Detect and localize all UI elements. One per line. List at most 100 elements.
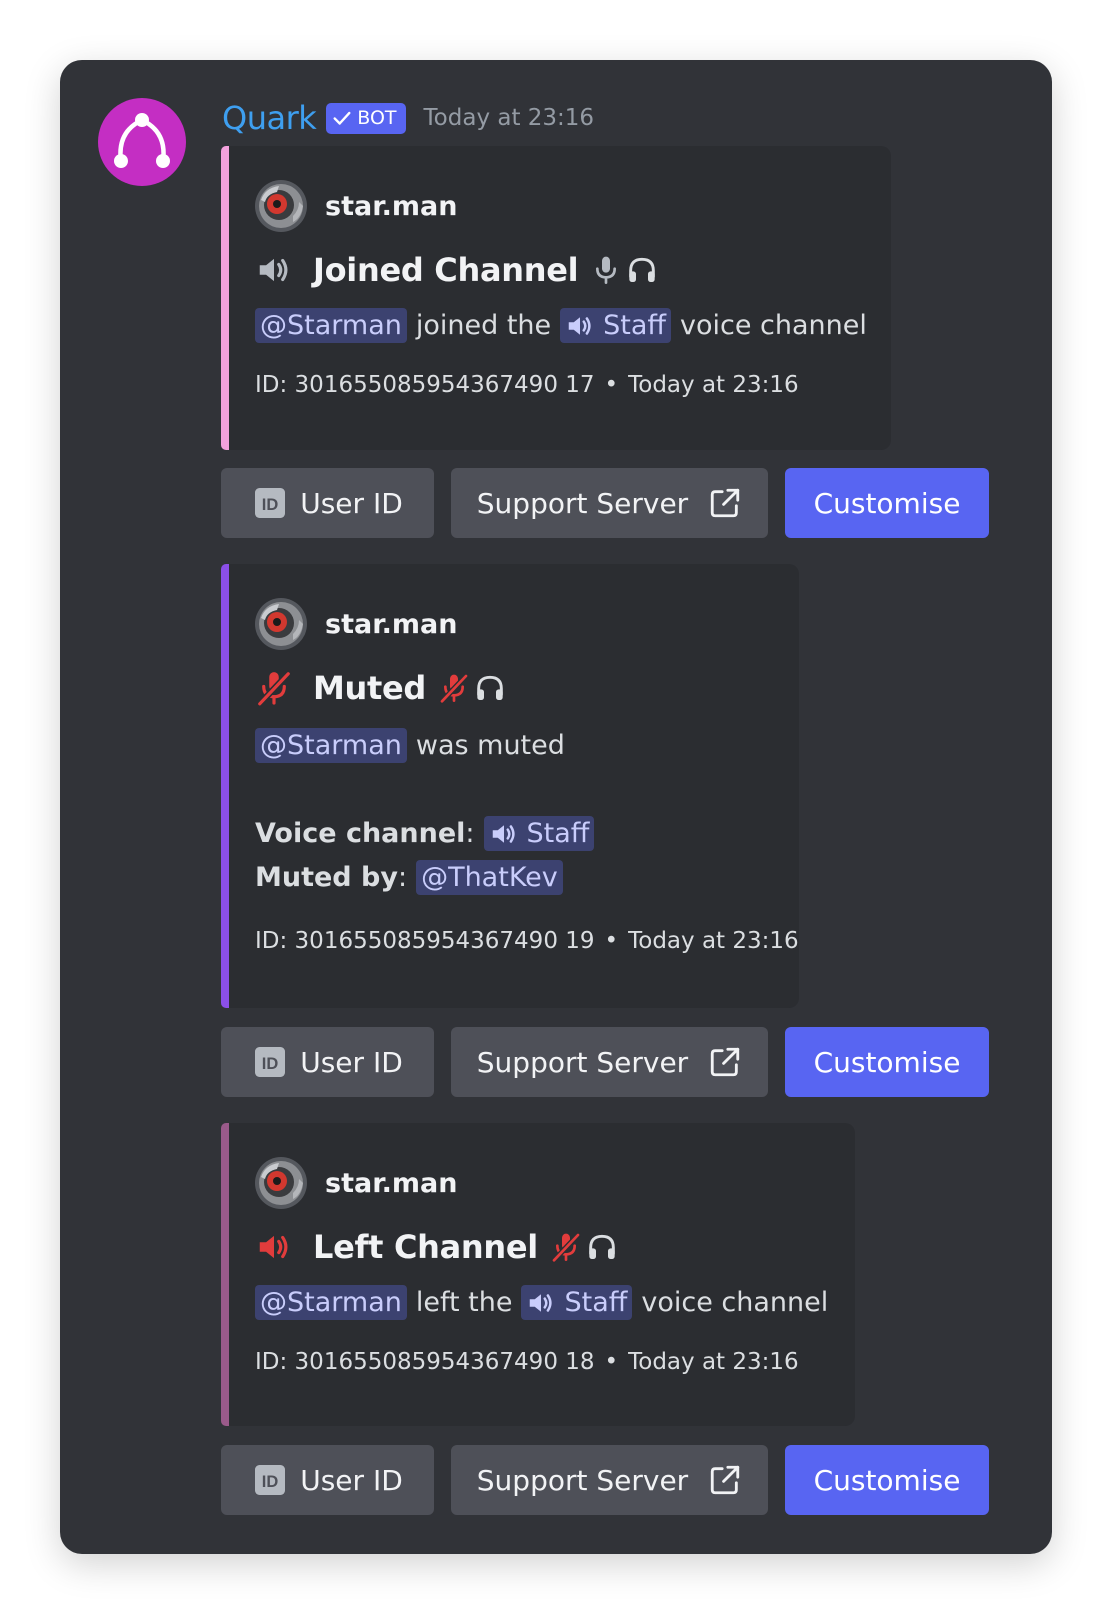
action-row: User ID Support Server Customise — [221, 1445, 989, 1515]
embed-author: star.man — [255, 180, 458, 232]
muted-microphone-icon — [550, 1229, 582, 1265]
footer-id: ID: 301655085954367490 17 — [255, 372, 595, 398]
field-voice-channel: Voice channel: Staff — [255, 816, 595, 851]
author-avatar — [255, 1157, 307, 1209]
muted-microphone-icon — [255, 669, 293, 707]
embed-author: star.man — [255, 1157, 458, 1209]
embed-title: Joined Channel — [313, 251, 579, 289]
footer-id: ID: 301655085954367490 19 — [255, 928, 595, 954]
user-id-button-label: User ID — [300, 1463, 403, 1497]
embed-title-row: Muted — [255, 666, 506, 710]
embed-title-row: Left Channel — [255, 1225, 618, 1269]
support-server-button-label: Support Server — [476, 486, 689, 520]
embed-muted: star.man Muted @Starman was muted Voice … — [221, 564, 799, 1008]
user-mention[interactable]: @Starman — [255, 308, 407, 343]
field-colon: : — [465, 818, 475, 849]
support-server-button[interactable]: Support Server — [451, 1445, 768, 1515]
speaker-icon — [489, 819, 519, 849]
footer-separator: • — [604, 1349, 619, 1375]
headphones-icon — [474, 670, 506, 706]
embed-author: star.man — [255, 598, 458, 650]
external-link-icon — [708, 486, 742, 520]
channel-mention[interactable]: Staff — [521, 1285, 633, 1320]
user-mention[interactable]: @ThatKev — [416, 860, 563, 895]
support-server-button[interactable]: Support Server — [451, 468, 768, 538]
user-mention[interactable]: @Starman — [255, 1285, 407, 1320]
action-row: User ID Support Server Customise — [221, 1027, 989, 1097]
support-server-button-label: Support Server — [476, 1045, 689, 1079]
headphones-icon — [626, 252, 658, 288]
footer-id: ID: 301655085954367490 18 — [255, 1349, 595, 1375]
channel-mention-label: Staff — [603, 310, 667, 341]
action-row: User ID Support Server Customise — [221, 468, 989, 538]
embed-title: Muted — [313, 669, 427, 707]
speaker-icon — [255, 251, 293, 289]
embed-joined-channel: star.man Joined Channel @Starman joined … — [221, 146, 891, 450]
description-text: left the — [415, 1287, 513, 1318]
user-id-button-label: User ID — [300, 486, 403, 520]
microphone-icon — [590, 252, 622, 288]
id-card-icon — [252, 1462, 288, 1498]
message-header: Quark BOT Today at 23:16 — [222, 96, 594, 140]
quark-logo-icon — [114, 113, 170, 168]
external-link-icon — [708, 1463, 742, 1497]
description-text: was muted — [415, 730, 565, 761]
field-name: Voice channel — [255, 818, 466, 849]
footer-timestamp: Today at 23:16 — [628, 928, 799, 954]
embed-description: @Starman joined the Staff voice channel — [255, 308, 867, 343]
user-id-button[interactable]: User ID — [221, 1445, 434, 1515]
author-name: star.man — [325, 1167, 458, 1199]
customise-button-label: Customise — [813, 1463, 961, 1497]
author-avatar — [255, 180, 307, 232]
user-id-button[interactable]: User ID — [221, 1027, 434, 1097]
footer-timestamp: Today at 23:16 — [628, 1349, 799, 1375]
support-server-button-label: Support Server — [476, 1463, 689, 1497]
muted-microphone-icon — [438, 670, 470, 706]
field-name: Muted by — [255, 862, 398, 893]
embed-footer: ID: 301655085954367490 19 • Today at 23:… — [255, 928, 799, 954]
description-text: voice channel — [641, 1287, 829, 1318]
description-text: joined the — [415, 310, 552, 341]
speaker-icon — [526, 1288, 556, 1318]
channel-mention-label: Staff — [526, 818, 590, 849]
embed-description: @Starman was muted — [255, 728, 565, 763]
username[interactable]: Quark — [222, 99, 317, 137]
embed-footer: ID: 301655085954367490 17 • Today at 23:… — [255, 372, 799, 398]
footer-separator: • — [604, 372, 619, 398]
message-timestamp: Today at 23:16 — [423, 105, 595, 131]
support-server-button[interactable]: Support Server — [451, 1027, 768, 1097]
field-muted-by: Muted by: @ThatKev — [255, 860, 563, 895]
headphones-icon — [586, 1229, 618, 1265]
author-name: star.man — [325, 608, 458, 640]
id-card-icon — [252, 485, 288, 521]
embed-title-row: Joined Channel — [255, 248, 658, 292]
customise-button-label: Customise — [813, 1045, 961, 1079]
embed-left-channel: star.man Left Channel @Starman left the … — [221, 1123, 855, 1426]
channel-mention[interactable]: Staff — [483, 816, 595, 851]
author-avatar — [255, 598, 307, 650]
embed-description: @Starman left the Staff voice channel — [255, 1285, 828, 1320]
channel-mention-label: Staff — [564, 1287, 628, 1318]
customise-button[interactable]: Customise — [785, 1445, 989, 1515]
customise-button[interactable]: Customise — [785, 468, 989, 538]
description-text: voice channel — [680, 310, 867, 341]
embed-footer: ID: 301655085954367490 18 • Today at 23:… — [255, 1349, 799, 1375]
customise-button-label: Customise — [813, 486, 961, 520]
verified-check-icon — [333, 111, 351, 125]
bot-tag: BOT — [326, 102, 406, 134]
speaker-icon — [565, 311, 595, 341]
author-name: star.man — [325, 190, 458, 222]
user-id-button-label: User ID — [300, 1045, 403, 1079]
footer-timestamp: Today at 23:16 — [628, 372, 799, 398]
id-card-icon — [252, 1044, 288, 1080]
customise-button[interactable]: Customise — [785, 1027, 989, 1097]
channel-mention[interactable]: Staff — [560, 308, 672, 343]
external-link-icon — [708, 1045, 742, 1079]
quark-avatar[interactable] — [98, 98, 186, 186]
bot-tag-label: BOT — [357, 107, 397, 129]
red-speaker-icon — [255, 1228, 293, 1266]
footer-separator: • — [604, 928, 619, 954]
user-mention[interactable]: @Starman — [255, 728, 407, 763]
field-colon: : — [397, 862, 408, 893]
user-id-button[interactable]: User ID — [221, 468, 434, 538]
